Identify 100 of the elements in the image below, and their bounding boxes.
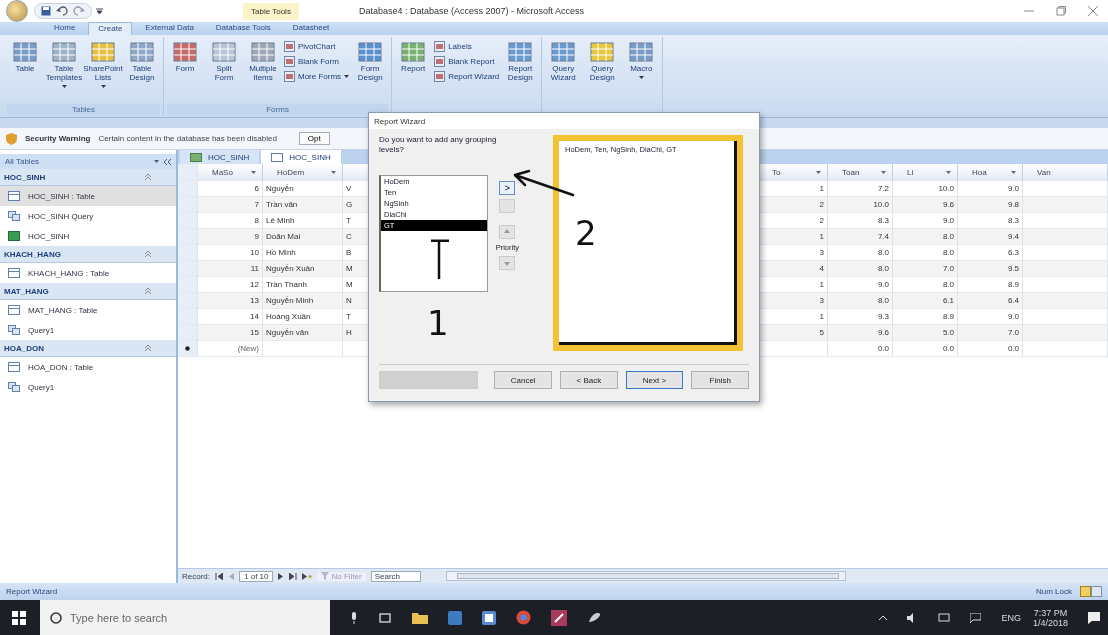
ribbon-button-icon: [590, 41, 615, 63]
navigation-item[interactable]: HOC_SINH : Table: [0, 186, 176, 206]
table-cell: 9.4: [958, 229, 1023, 245]
ribbon-button-icon: [401, 41, 426, 63]
column-header[interactable]: Hoa: [958, 164, 1023, 181]
restore-icon[interactable]: [1056, 6, 1066, 16]
ribbon-button[interactable]: Table Design: [124, 41, 160, 83]
network-icon[interactable]: [938, 612, 951, 623]
navigation-group-header[interactable]: MAT_HANG: [0, 283, 176, 300]
ribbon-small-button[interactable]: Blank Form: [284, 56, 350, 67]
ribbon-button[interactable]: Form Design: [352, 41, 389, 83]
view-icon[interactable]: [1080, 586, 1102, 597]
app-icon[interactable]: [587, 610, 602, 625]
office-button[interactable]: [6, 0, 28, 22]
column-header[interactable]: Van: [1023, 164, 1108, 181]
document-tab[interactable]: HOC_SINH: [180, 150, 260, 164]
column-header[interactable]: MaSo: [198, 164, 263, 181]
navigation-group-header[interactable]: HOC_SINH: [0, 169, 176, 186]
dialog-button[interactable]: < Back: [560, 371, 618, 389]
ribbon-button[interactable]: Table: [7, 41, 43, 74]
close-icon[interactable]: [1088, 6, 1098, 16]
tray-caret-icon[interactable]: [879, 615, 888, 620]
ribbon-small-button[interactable]: Labels: [434, 41, 500, 52]
ribbon-button[interactable]: Multiple Items: [245, 41, 281, 83]
ribbon-button[interactable]: Report: [395, 41, 432, 74]
new-record-icon: [185, 346, 190, 351]
microphone-icon[interactable]: [350, 611, 358, 624]
ribbon-button[interactable]: Query Wizard: [545, 41, 582, 83]
horizontal-scrollbar[interactable]: [445, 571, 846, 581]
undo-icon[interactable]: [56, 6, 68, 16]
ribbon-small-button[interactable]: Blank Report: [434, 56, 500, 67]
ribbon-small-button[interactable]: Report Wizard: [434, 71, 500, 82]
row-selector[interactable]: [178, 341, 198, 357]
query-icon: [8, 382, 20, 392]
annotation-number: 1: [427, 303, 449, 343]
ribbon-tab[interactable]: Datasheet: [283, 22, 339, 35]
ribbon-tab[interactable]: Home: [45, 22, 85, 35]
app-icon[interactable]: [551, 609, 567, 626]
table-cell: 7.0: [958, 325, 1023, 341]
ribbon-button[interactable]: Query Design: [584, 41, 621, 83]
navigation-item[interactable]: KHACH_HANG : Table: [0, 263, 176, 283]
filter-icon: [321, 572, 330, 580]
new-record-icon[interactable]: [302, 572, 313, 580]
add-button[interactable]: >: [499, 181, 516, 195]
ribbon-tab[interactable]: Database Tools: [206, 22, 280, 35]
ribbon-button[interactable]: Split Form: [206, 41, 242, 83]
options-button[interactable]: Opt: [298, 132, 330, 145]
ribbon-button[interactable]: Table Templates: [46, 41, 82, 88]
collapse-icon: [145, 288, 151, 294]
redo-icon[interactable]: [73, 6, 85, 16]
column-header[interactable]: Toan: [828, 164, 893, 181]
dialog-button[interactable]: Next >: [625, 371, 684, 389]
warning-shield-icon: [6, 132, 17, 145]
windows-start-icon[interactable]: [12, 610, 26, 625]
form-icon: [8, 231, 20, 241]
ribbon-tab[interactable]: Create: [88, 22, 133, 35]
dialog-button[interactable]: Finish: [691, 371, 750, 389]
navigation-item[interactable]: HOC_SINH: [0, 226, 176, 246]
table-cell: 13: [198, 293, 263, 309]
ribbon-button[interactable]: Form: [167, 41, 203, 74]
next-record-icon[interactable]: [278, 572, 285, 580]
last-record-icon[interactable]: [289, 572, 298, 580]
notification-icon[interactable]: [1088, 611, 1100, 624]
ribbon-small-button[interactable]: More Forms: [284, 71, 350, 82]
dialog-button[interactable]: Cancel: [494, 371, 552, 389]
search-field[interactable]: Search: [370, 570, 421, 582]
clock-date[interactable]: 1/4/2018: [1032, 617, 1068, 628]
app-icon[interactable]: [482, 610, 496, 625]
customize-caret-icon[interactable]: [96, 8, 103, 14]
save-icon[interactable]: [41, 6, 51, 16]
shutter-icon[interactable]: [164, 158, 171, 165]
ribbon-button[interactable]: Report Design: [502, 41, 539, 83]
ribbon-button-icon: [52, 41, 76, 63]
navigation-item[interactable]: Query1: [0, 320, 176, 340]
navigation-item[interactable]: HOC_SINH Query: [0, 206, 176, 226]
caret-icon[interactable]: [154, 160, 159, 163]
navigation-item[interactable]: MAT_HANG : Table: [0, 300, 176, 320]
column-header[interactable]: Li: [893, 164, 958, 181]
query-icon: [190, 152, 202, 162]
navigation-item[interactable]: Query1: [0, 377, 176, 397]
table-cell: (New): [198, 341, 263, 357]
ribbon-tab[interactable]: External Data: [136, 22, 203, 35]
message-icon[interactable]: [970, 612, 982, 623]
first-record-icon[interactable]: [215, 572, 223, 580]
navigation-group-header[interactable]: KHACH_HANG: [0, 246, 176, 263]
ribbon-button-icon: [508, 41, 533, 63]
task-view-icon[interactable]: [378, 612, 392, 623]
column-header[interactable]: HoDem: [263, 164, 343, 181]
clock-time[interactable]: 7:37 PM: [1033, 607, 1068, 618]
folder-icon[interactable]: [412, 611, 428, 624]
ribbon-small-button[interactable]: PivotChart: [284, 41, 350, 52]
ribbon-button[interactable]: SharePoint Lists: [85, 41, 121, 88]
navigation-item[interactable]: HOA_DON : Table: [0, 357, 176, 377]
language-indicator[interactable]: ENG: [1001, 612, 1021, 623]
navigation-group-header[interactable]: HOA_DON: [0, 340, 176, 357]
taskbar-search-field[interactable]: Type here to search: [40, 600, 330, 635]
browser-icon[interactable]: [516, 610, 531, 625]
document-tab[interactable]: HOC_SINH: [261, 150, 341, 164]
record-position-field[interactable]: 1 of 10: [239, 570, 274, 582]
ribbon-button[interactable]: Macro: [623, 41, 660, 79]
